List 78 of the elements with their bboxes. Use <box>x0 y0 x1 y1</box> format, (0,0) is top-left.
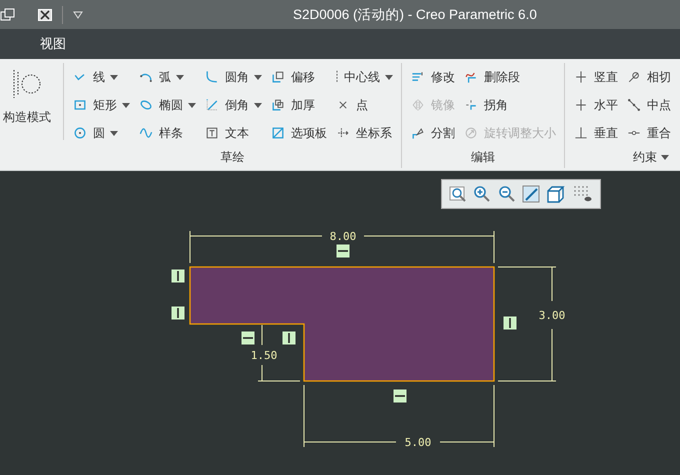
vertical-constraint-marker[interactable] <box>504 316 516 330</box>
zoom-fit-icon[interactable] <box>449 185 468 203</box>
ribbon-button[interactable]: 矩形 <box>70 91 132 119</box>
ribbon-button[interactable]: 竖直 <box>571 63 620 91</box>
ribbon-button[interactable]: 选项板 <box>268 119 329 147</box>
caret-icon <box>254 74 262 80</box>
ribbon-button[interactable]: 坐标系 <box>333 119 395 147</box>
window-title: S2D0006 (活动的) - Creo Parametric 6.0 <box>293 6 537 24</box>
menu-tab[interactable]: 视图 <box>34 33 72 55</box>
ribbon-button[interactable]: 圆角 <box>202 63 264 91</box>
group-label: 约束 <box>633 149 657 166</box>
ribbon-button[interactable]: 偏移 <box>268 63 329 91</box>
offset-icon <box>270 69 286 85</box>
dashed-line-icon <box>335 69 339 85</box>
caret-icon[interactable] <box>661 155 669 160</box>
ribbon-button[interactable]: 椭圆 <box>136 91 198 119</box>
dimension[interactable]: 3.00 <box>498 266 566 382</box>
construction-mode-button[interactable]: 构造模式 <box>0 69 54 140</box>
horizontal-constraint-marker[interactable] <box>242 332 254 344</box>
group-label: 草绘 <box>220 149 244 166</box>
windows-icon[interactable] <box>0 8 16 22</box>
square-icon <box>270 125 286 141</box>
ribbon-button[interactable]: 文本 <box>202 119 264 147</box>
ribbon-button[interactable]: 线 <box>70 63 132 91</box>
text-box-icon <box>204 125 220 141</box>
vertical-line-icon <box>573 69 589 85</box>
caret-icon <box>110 74 118 80</box>
dotted-circle-icon <box>12 69 42 99</box>
cube-icon[interactable] <box>546 185 566 203</box>
chamfer-icon <box>204 97 220 113</box>
ribbon-button[interactable]: 倒角 <box>202 91 264 119</box>
repaint-icon[interactable] <box>522 185 540 203</box>
ribbon-button[interactable]: 分割 <box>408 119 457 147</box>
ribbon-button[interactable]: 点 <box>333 91 395 119</box>
caret-icon <box>122 102 130 108</box>
caret-icon <box>254 102 262 108</box>
zoom-out-icon[interactable] <box>498 185 516 203</box>
tangent-icon <box>626 69 642 85</box>
ribbon-button[interactable]: 中点 <box>624 91 673 119</box>
group-label: 编辑 <box>471 149 495 166</box>
perpendicular-icon <box>573 125 589 141</box>
ribbon-button[interactable]: 重合 <box>624 119 673 147</box>
vertical-constraint-marker[interactable] <box>172 306 184 320</box>
ribbon-button[interactable]: 删除段 <box>461 63 558 91</box>
thicken-icon <box>270 97 286 113</box>
caret-icon <box>176 74 184 80</box>
ribbon-button[interactable]: 垂直 <box>571 119 620 147</box>
split-icon <box>410 125 426 141</box>
dimension[interactable]: 1.50 <box>250 324 300 382</box>
dot-grid-icon[interactable] <box>572 185 593 203</box>
zoom-in-icon[interactable] <box>473 185 492 203</box>
mirror-icon <box>410 97 426 113</box>
dropdown-icon[interactable] <box>73 10 83 18</box>
fillet-icon <box>204 69 220 85</box>
horizontal-constraint-marker[interactable] <box>394 390 406 402</box>
close-icon[interactable] <box>38 8 52 20</box>
vertical-constraint-marker[interactable] <box>172 270 184 282</box>
rotate-icon <box>463 125 479 141</box>
caret-icon <box>188 102 196 108</box>
ribbon-button[interactable]: 中心线 <box>333 63 395 91</box>
midpoint-icon <box>626 97 642 113</box>
ribbon-button[interactable]: 样条 <box>136 119 198 147</box>
corner-icon <box>463 97 479 113</box>
ribbon-button[interactable]: 相切 <box>624 63 673 91</box>
horizontal-constraint-marker[interactable] <box>336 244 350 258</box>
dimension[interactable]: 8.00 <box>190 230 494 264</box>
ribbon-button[interactable]: 加厚 <box>268 91 329 119</box>
ribbon-button[interactable]: 拐角 <box>461 91 558 119</box>
vertical-constraint-marker[interactable] <box>282 332 296 344</box>
circle-icon <box>72 125 88 141</box>
dimension[interactable]: 5.00 <box>304 384 494 449</box>
ribbon-button[interactable]: 水平 <box>571 91 620 119</box>
ribbon-button[interactable]: 圆 <box>70 119 132 147</box>
caret-icon <box>385 74 393 80</box>
horizontal-line-icon <box>573 97 589 113</box>
ribbon-button[interactable]: 弧 <box>136 63 198 91</box>
ribbon-button[interactable]: 修改 <box>408 63 457 91</box>
caret-icon <box>110 130 118 136</box>
